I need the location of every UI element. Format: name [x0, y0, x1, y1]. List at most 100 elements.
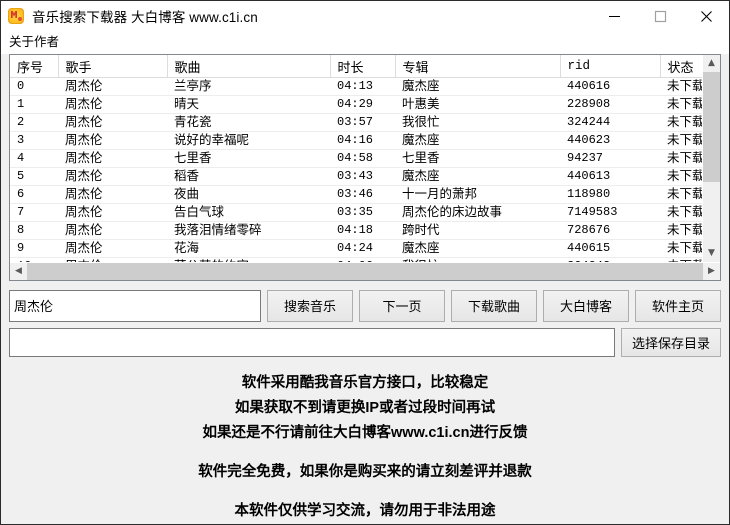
vertical-scrollbar[interactable]: ▲ ▼ — [702, 55, 720, 262]
notice-line-2: 如果获取不到请更换IP或者过段时间再试 — [1, 396, 729, 421]
column-header-rid[interactable]: rid — [560, 55, 660, 78]
cell-status: 未下载 — [660, 114, 702, 132]
cell-duration: 04:16 — [330, 132, 395, 150]
cell-artist: 周杰伦 — [58, 132, 167, 150]
scroll-up-button[interactable]: ▲ — [703, 55, 720, 72]
cell-status: 未下载 — [660, 150, 702, 168]
chevron-left-icon: ◀ — [15, 267, 22, 276]
table-row[interactable]: 8周杰伦我落泪情绪零碎04:18跨时代728676未下载 — [10, 222, 702, 240]
cell-duration: 03:43 — [330, 168, 395, 186]
notice-line-4: 软件完全免费，如果你是购买来的请立刻差评并退款 — [1, 460, 729, 485]
cell-song: 花海 — [167, 240, 330, 258]
cell-index: 3 — [10, 132, 58, 150]
cell-song: 七里香 — [167, 150, 330, 168]
results-table-body: 序号 歌手 歌曲 时长 专辑 rid 状态 0周杰伦兰亭序04:13魔杰座440… — [10, 55, 720, 262]
horizontal-scrollbar[interactable]: ◀ ▶ — [10, 262, 720, 280]
cell-duration: 03:46 — [330, 186, 395, 204]
cell-status: 未下载 — [660, 222, 702, 240]
table-row[interactable]: 5周杰伦稻香03:43魔杰座440613未下载 — [10, 168, 702, 186]
cell-duration: 04:18 — [330, 222, 395, 240]
title-bar: 音乐搜索下载器 大白博客 www.c1i.cn — [1, 1, 729, 31]
cell-rid: 228908 — [560, 96, 660, 114]
cell-artist: 周杰伦 — [58, 114, 167, 132]
table-row[interactable]: 3周杰伦说好的幸福呢04:16魔杰座440623未下载 — [10, 132, 702, 150]
column-header-status[interactable]: 状态 — [660, 55, 702, 78]
cell-rid: 324244 — [560, 114, 660, 132]
notice-line-5: 本软件仅供学习交流，请勿用于非法用途 — [1, 499, 729, 524]
column-header-album[interactable]: 专辑 — [395, 55, 560, 78]
cell-status: 未下载 — [660, 96, 702, 114]
scroll-down-button[interactable]: ▼ — [703, 245, 720, 262]
table-header-row: 序号 歌手 歌曲 时长 专辑 rid 状态 — [10, 55, 702, 78]
cell-duration: 04:58 — [330, 150, 395, 168]
cell-status: 未下载 — [660, 240, 702, 258]
table-row[interactable]: 9周杰伦花海04:24魔杰座440615未下载 — [10, 240, 702, 258]
scroll-right-button[interactable]: ▶ — [703, 263, 720, 280]
close-button[interactable] — [683, 1, 729, 31]
window-title: 音乐搜索下载器 大白博客 www.c1i.cn — [32, 6, 258, 26]
menu-item-about-author[interactable]: 关于作者 — [1, 32, 65, 52]
download-song-button[interactable]: 下载歌曲 — [451, 290, 537, 321]
cell-rid: 440613 — [560, 168, 660, 186]
chevron-down-icon: ▼ — [708, 249, 715, 258]
column-header-duration[interactable]: 时长 — [330, 55, 395, 78]
cell-duration: 03:35 — [330, 204, 395, 222]
dabai-blog-button[interactable]: 大白博客 — [543, 290, 629, 321]
cell-song: 告白气球 — [167, 204, 330, 222]
search-input[interactable] — [9, 290, 261, 321]
cell-index: 4 — [10, 150, 58, 168]
cell-album: 魔杰座 — [395, 168, 560, 186]
notice-line-3: 如果还是不行请前往大白博客www.c1i.cn进行反馈 — [1, 421, 729, 446]
column-header-song[interactable]: 歌曲 — [167, 55, 330, 78]
table-body: 0周杰伦兰亭序04:13魔杰座440616未下载1周杰伦晴天04:29叶惠美22… — [10, 78, 702, 263]
column-header-index[interactable]: 序号 — [10, 55, 58, 78]
cell-index: 2 — [10, 114, 58, 132]
cell-artist: 周杰伦 — [58, 240, 167, 258]
choose-save-dir-button[interactable]: 选择保存目录 — [621, 328, 721, 357]
table-row[interactable]: 6周杰伦夜曲03:46十一月的萧邦118980未下载 — [10, 186, 702, 204]
software-home-button[interactable]: 软件主页 — [635, 290, 721, 321]
table-row[interactable]: 0周杰伦兰亭序04:13魔杰座440616未下载 — [10, 78, 702, 96]
results-table-panel: 序号 歌手 歌曲 时长 专辑 rid 状态 0周杰伦兰亭序04:13魔杰座440… — [9, 54, 721, 281]
save-path-toolbar: 选择保存目录 — [9, 328, 721, 357]
search-music-button[interactable]: 搜索音乐 — [267, 290, 353, 321]
cell-album: 魔杰座 — [395, 132, 560, 150]
horizontal-scroll-track[interactable] — [27, 263, 703, 280]
cell-album: 十一月的萧邦 — [395, 186, 560, 204]
notice-line-1: 软件采用酷我音乐官方接口，比较稳定 — [1, 371, 729, 396]
cell-song: 兰亭序 — [167, 78, 330, 96]
next-page-button[interactable]: 下一页 — [359, 290, 445, 321]
cell-rid: 440623 — [560, 132, 660, 150]
table-row[interactable]: 2周杰伦青花瓷03:57我很忙324244未下载 — [10, 114, 702, 132]
scroll-left-button[interactable]: ◀ — [10, 263, 27, 280]
horizontal-scroll-thumb[interactable] — [27, 263, 703, 280]
save-path-input[interactable] — [9, 328, 615, 357]
cell-status: 未下载 — [660, 168, 702, 186]
cell-album: 跨时代 — [395, 222, 560, 240]
cell-duration: 03:57 — [330, 114, 395, 132]
maximize-icon — [654, 10, 667, 23]
vertical-scroll-track[interactable] — [703, 72, 720, 245]
cell-artist: 周杰伦 — [58, 222, 167, 240]
cell-artist: 周杰伦 — [58, 78, 167, 96]
app-window: 音乐搜索下载器 大白博客 www.c1i.cn 关于作者 — [0, 0, 730, 525]
notice-gap-2 — [1, 485, 729, 499]
cell-status: 未下载 — [660, 204, 702, 222]
cell-song: 青花瓷 — [167, 114, 330, 132]
column-header-artist[interactable]: 歌手 — [58, 55, 167, 78]
notice-text: 软件采用酷我音乐官方接口，比较稳定 如果获取不到请更换IP或者过段时间再试 如果… — [1, 371, 729, 524]
results-grid[interactable]: 序号 歌手 歌曲 时长 专辑 rid 状态 0周杰伦兰亭序04:13魔杰座440… — [10, 55, 702, 262]
maximize-button[interactable] — [637, 1, 683, 31]
search-toolbar: 搜索音乐 下一页 下载歌曲 大白博客 软件主页 — [9, 290, 721, 321]
table-row[interactable]: 4周杰伦七里香04:58七里香94237未下载 — [10, 150, 702, 168]
cell-index: 5 — [10, 168, 58, 186]
notice-gap-1 — [1, 446, 729, 460]
vertical-scroll-thumb[interactable] — [703, 72, 720, 182]
table-row[interactable]: 1周杰伦晴天04:29叶惠美228908未下载 — [10, 96, 702, 114]
cell-status: 未下载 — [660, 186, 702, 204]
table-row[interactable]: 7周杰伦告白气球03:35周杰伦的床边故事7149583未下载 — [10, 204, 702, 222]
cell-album: 魔杰座 — [395, 78, 560, 96]
cell-artist: 周杰伦 — [58, 96, 167, 114]
cell-rid: 7149583 — [560, 204, 660, 222]
minimize-button[interactable] — [591, 1, 637, 31]
